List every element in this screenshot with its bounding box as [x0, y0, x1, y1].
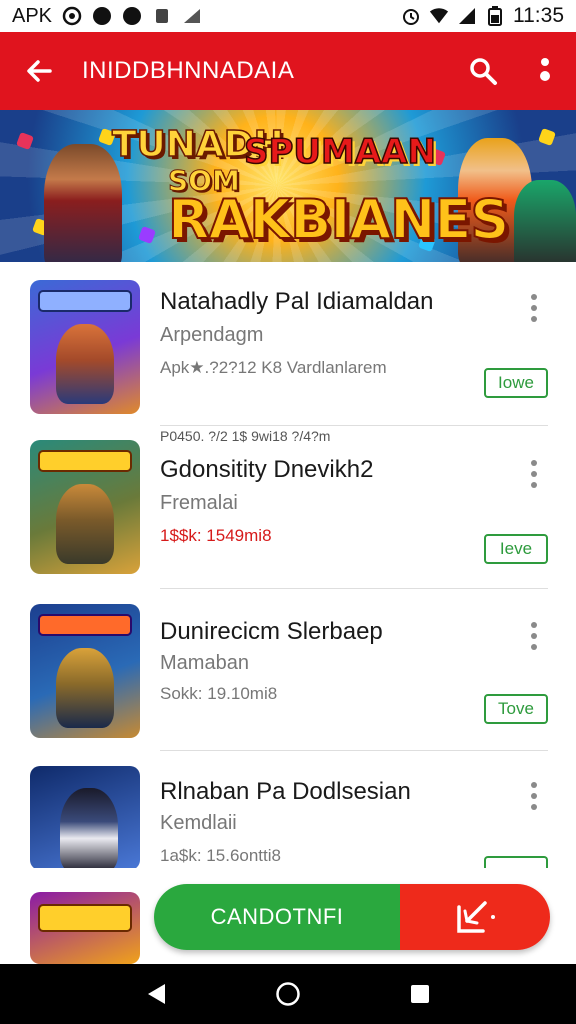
page-title: INIDDBHNNADAIA	[82, 57, 295, 84]
home-circle-icon[interactable]	[268, 974, 308, 1014]
banner-title-line3: RAKBIANES	[167, 187, 510, 252]
more-vert-icon[interactable]	[514, 32, 576, 110]
thumb-character	[56, 484, 114, 564]
chat-icon	[122, 6, 142, 26]
hero-character-far-right	[514, 180, 576, 262]
app-meta: Apk★.?2?12 K8 Vardlanlarem	[160, 358, 387, 377]
app-meta: 1a$k: 15.6ontti8	[160, 846, 281, 865]
app-title: Natahadly Pal Idiamaldan	[160, 288, 434, 315]
cell-signal-icon	[457, 6, 477, 26]
install-button[interactable]: Tove	[484, 694, 548, 724]
list-item[interactable]: Rlnaban Pa Dodlsesian Kemdlaii 1a$k: 15.…	[0, 752, 576, 872]
thumb-character	[56, 648, 114, 728]
app-developer: Fremalai	[160, 492, 238, 514]
media-icon	[92, 6, 112, 26]
thumb-character	[56, 324, 114, 404]
thumb-logo	[38, 614, 132, 636]
thumb-character	[60, 788, 118, 870]
divider	[160, 750, 548, 751]
app-bar: INIDDBHNNADAIA	[0, 32, 576, 110]
app-meta: 1$$k: 1549mi8	[160, 526, 272, 545]
storage-icon	[152, 6, 172, 26]
carrier-label: APK	[12, 4, 53, 27]
list-item[interactable]: Dunirecicm Slerbaep Mamaban Sokk: 19.10m…	[0, 590, 576, 750]
alarm-icon	[401, 6, 421, 26]
app-thumbnail	[30, 604, 140, 738]
status-bar: APK 11:35	[0, 0, 576, 32]
back-triangle-icon[interactable]	[136, 974, 176, 1014]
install-button[interactable]: Ieve	[484, 534, 548, 564]
divider	[160, 588, 548, 589]
primary-action-button[interactable]: CANDOTNFI	[154, 884, 400, 950]
app-title: Dunirecicm Slerbaep	[160, 618, 383, 645]
app-developer: Mamaban	[160, 652, 249, 674]
thumb-logo	[38, 290, 132, 312]
download-edit-icon[interactable]	[400, 884, 550, 950]
app-screen: APK 11:35 INIDDBHNNADAIA TUNADH SPUMAAN …	[0, 0, 576, 1024]
search-icon[interactable]	[452, 32, 514, 110]
more-vert-icon[interactable]	[520, 778, 548, 814]
signal-small-icon	[182, 6, 202, 26]
more-vert-icon[interactable]	[520, 618, 548, 654]
app-thumbnail	[30, 766, 140, 870]
notification-icon	[62, 6, 82, 26]
install-button[interactable]: Iowe	[484, 368, 548, 398]
app-meta: Sokk: 19.10mi8	[160, 684, 278, 703]
app-title: Gdonsitity Dnevikh2	[160, 456, 374, 483]
more-vert-icon[interactable]	[520, 456, 548, 492]
app-developer: Arpendagm	[160, 324, 264, 346]
back-arrow-icon[interactable]	[0, 32, 78, 110]
wifi-icon	[429, 6, 449, 26]
recents-square-icon[interactable]	[400, 974, 440, 1014]
list-item[interactable]: Gdonsitity Dnevikh2 Fremalai 1$$k: 1549m…	[0, 426, 576, 590]
app-developer: Kemdlaii	[160, 812, 237, 834]
more-vert-icon[interactable]	[520, 290, 548, 326]
system-navigation-bar	[0, 964, 576, 1024]
app-thumbnail	[30, 440, 140, 574]
thumb-logo	[38, 450, 132, 472]
clock: 11:35	[513, 4, 564, 27]
app-thumbnail	[30, 892, 140, 964]
bottom-action-bar: CANDOTNFI	[154, 884, 550, 950]
banner-title-line1-right: SPUMAAN	[243, 131, 436, 173]
hero-character-left	[44, 144, 122, 262]
app-thumbnail	[30, 280, 140, 414]
list-item[interactable]: Natahadly Pal Idiamaldan Arpendagm Apk★.…	[0, 262, 576, 426]
app-title: Rlnaban Pa Dodlsesian	[160, 778, 411, 805]
thumb-logo	[38, 904, 132, 932]
battery-icon	[485, 6, 505, 26]
promo-banner[interactable]: TUNADH SPUMAAN SOM RAKBIANES	[0, 110, 576, 262]
